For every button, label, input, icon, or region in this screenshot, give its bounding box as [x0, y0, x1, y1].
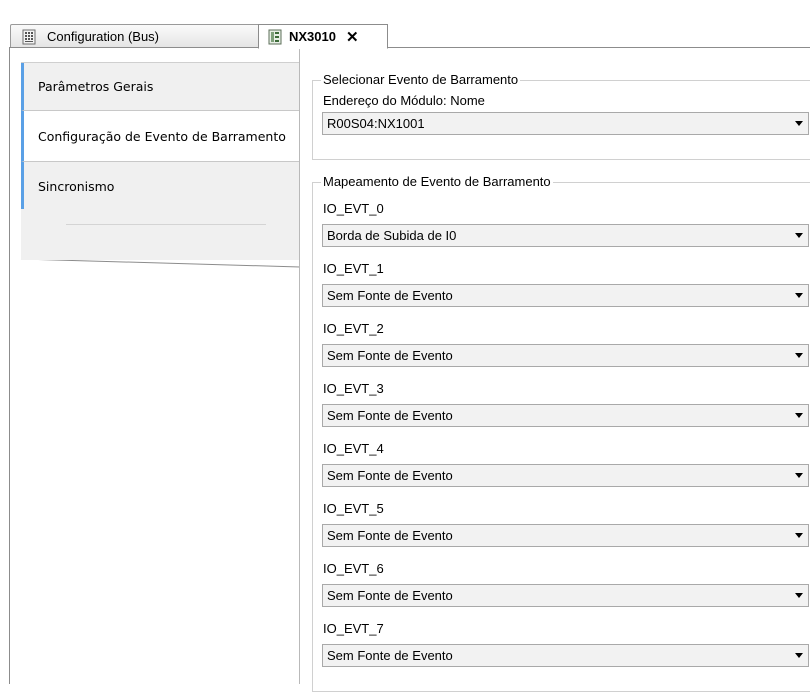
close-icon[interactable]: ✕ [346, 28, 359, 46]
io-evt-5-value: Sem Fonte de Evento [327, 528, 453, 543]
chevron-down-icon[interactable] [795, 653, 803, 658]
chevron-down-icon[interactable] [795, 233, 803, 238]
tab-nx3010[interactable]: NX3010 ✕ [258, 24, 388, 49]
io-evt-0-label: IO_EVT_0 [323, 201, 384, 216]
chevron-down-icon[interactable] [795, 593, 803, 598]
nav-item-label: Parâmetros Gerais [38, 79, 154, 94]
select-event-group: Selecionar Evento de Barramento Endereço… [312, 72, 810, 160]
module-address-value: R00S04:NX1001 [327, 116, 425, 131]
chevron-down-icon[interactable] [795, 121, 803, 126]
io-evt-1-value: Sem Fonte de Evento [327, 288, 453, 303]
chevron-down-icon[interactable] [795, 293, 803, 298]
io-evt-0-select[interactable]: Borda de Subida de I0 [322, 224, 809, 247]
nav-item-label: Sincronismo [38, 179, 115, 194]
tab-configuration-bus[interactable]: Configuration (Bus) [10, 24, 262, 48]
io-evt-4-label: IO_EVT_4 [323, 441, 384, 456]
chevron-down-icon[interactable] [795, 413, 803, 418]
device-module-icon [268, 29, 282, 45]
io-evt-6-label: IO_EVT_6 [323, 561, 384, 576]
io-evt-6-select[interactable]: Sem Fonte de Evento [322, 584, 809, 607]
io-evt-1-label: IO_EVT_1 [323, 261, 384, 276]
io-evt-2-value: Sem Fonte de Evento [327, 348, 453, 363]
io-evt-7-value: Sem Fonte de Evento [327, 648, 453, 663]
nav-item-configuracao-evento-barramento[interactable]: Configuração de Evento de Barramento [21, 111, 300, 161]
nav-list: Parâmetros Gerais Configuração de Evento… [21, 62, 300, 260]
editor-tab-strip: Configuration (Bus) NX3010 ✕ [0, 0, 810, 49]
io-evt-2-label: IO_EVT_2 [323, 321, 384, 336]
nav-separator [66, 224, 266, 225]
module-address-select[interactable]: R00S04:NX1001 [322, 112, 809, 135]
tab-nx3010-label: NX3010 [289, 29, 336, 44]
nav-item-label: Configuração de Evento de Barramento [38, 128, 286, 144]
io-evt-4-value: Sem Fonte de Evento [327, 468, 453, 483]
tab-configuration-bus-label: Configuration (Bus) [47, 29, 159, 44]
content-panel: Selecionar Evento de Barramento Endereço… [299, 48, 810, 692]
io-evt-3-value: Sem Fonte de Evento [327, 408, 453, 423]
chevron-down-icon[interactable] [795, 533, 803, 538]
io-evt-3-select[interactable]: Sem Fonte de Evento [322, 404, 809, 427]
io-evt-3-label: IO_EVT_3 [323, 381, 384, 396]
select-event-legend: Selecionar Evento de Barramento [321, 72, 521, 87]
left-navigation: Parâmetros Gerais Configuração de Evento… [9, 48, 301, 684]
event-mapping-legend: Mapeamento de Evento de Barramento [321, 174, 553, 189]
chevron-down-icon[interactable] [795, 353, 803, 358]
io-evt-5-select[interactable]: Sem Fonte de Evento [322, 524, 809, 547]
io-evt-2-select[interactable]: Sem Fonte de Evento [322, 344, 809, 367]
nav-item-parametros-gerais[interactable]: Parâmetros Gerais [21, 63, 300, 111]
io-evt-1-select[interactable]: Sem Fonte de Evento [322, 284, 809, 307]
module-address-label: Endereço do Módulo: Nome [323, 93, 485, 108]
event-mapping-group: Mapeamento de Evento de Barramento IO_EV… [312, 174, 810, 692]
chevron-down-icon[interactable] [795, 473, 803, 478]
io-evt-4-select[interactable]: Sem Fonte de Evento [322, 464, 809, 487]
io-evt-5-label: IO_EVT_5 [323, 501, 384, 516]
nav-item-sincronismo[interactable]: Sincronismo [21, 161, 300, 209]
io-evt-7-select[interactable]: Sem Fonte de Evento [322, 644, 809, 667]
io-evt-7-label: IO_EVT_7 [323, 621, 384, 636]
io-evt-0-value: Borda de Subida de I0 [327, 228, 457, 243]
grid-config-icon [22, 29, 36, 45]
io-evt-6-value: Sem Fonte de Evento [327, 588, 453, 603]
